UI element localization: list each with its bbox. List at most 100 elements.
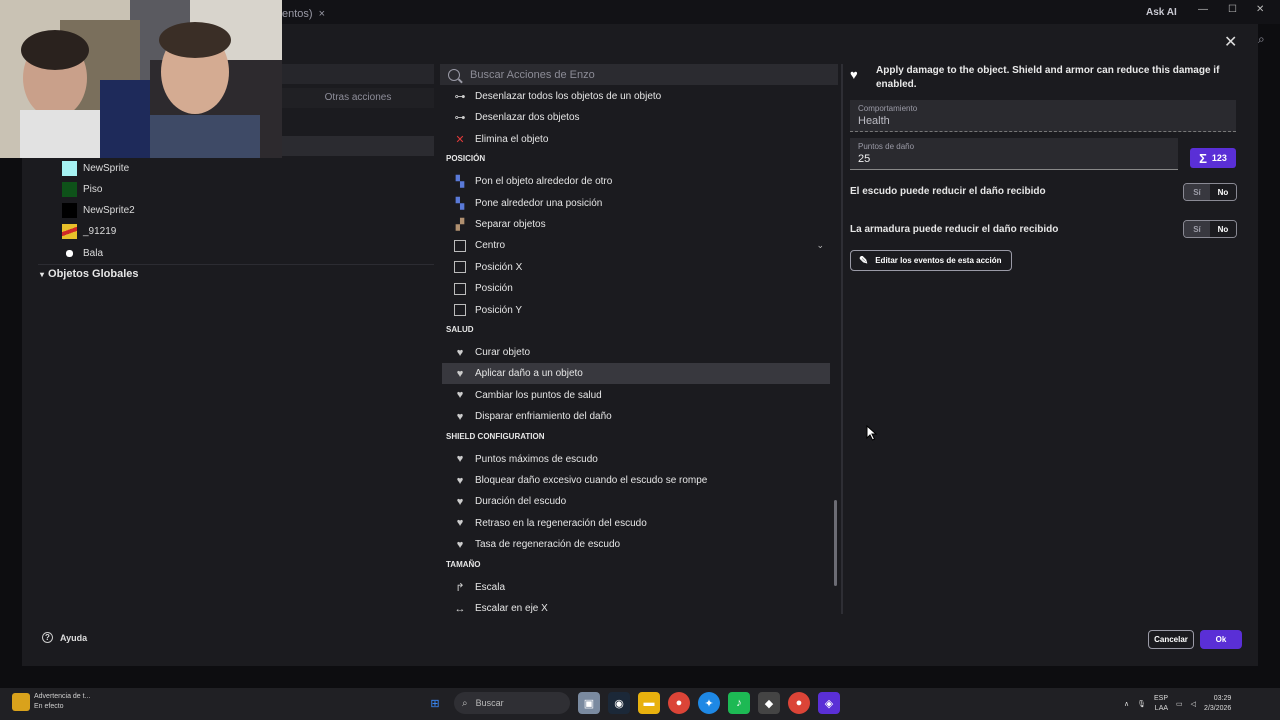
browser-icon[interactable]: ✦ xyxy=(698,692,720,714)
toggle-no[interactable]: No xyxy=(1210,184,1236,200)
action-item[interactable]: Posición xyxy=(442,278,830,299)
minimize-icon[interactable]: — xyxy=(1198,4,1208,15)
windows-start-icon[interactable]: ⊞ xyxy=(424,692,446,714)
action-item[interactable]: ♥ Tasa de regeneración de escudo xyxy=(442,534,830,555)
object-item[interactable]: Piso xyxy=(62,179,102,199)
edit-events-button[interactable]: ✎ Editar los eventos de esta acción xyxy=(850,250,1012,271)
chevron-down-icon: ▾ xyxy=(40,270,45,279)
help-label: Ayuda xyxy=(60,632,88,643)
square-icon xyxy=(453,303,467,317)
action-label: Duración del escudo xyxy=(475,496,567,508)
action-label: Posición X xyxy=(475,261,523,273)
network-icon[interactable]: ▭ xyxy=(1176,700,1183,708)
action-item[interactable]: ✕ Elimina el objeto xyxy=(442,129,830,150)
taskbar-search[interactable]: ⌕ Buscar xyxy=(454,692,570,714)
chevron-down-icon[interactable]: ⌄ xyxy=(816,240,824,251)
action-item[interactable]: Posición Y xyxy=(442,300,830,321)
steam-icon[interactable]: ◉ xyxy=(608,692,630,714)
behavior-field[interactable]: Comportamiento Health xyxy=(850,100,1236,132)
object-label: _91219 xyxy=(83,225,117,237)
object-item[interactable]: NewSprite xyxy=(62,158,129,178)
actions-list[interactable]: ⊶ Desenlazar todos los objetos de un obje… xyxy=(440,86,832,614)
action-item[interactable]: ♥ Bloquear daño excesivo cuando el escudo… xyxy=(442,470,830,491)
ask-ai-button[interactable]: Ask AI xyxy=(1146,7,1177,18)
action-search[interactable] xyxy=(440,64,838,85)
chrome-icon[interactable]: ● xyxy=(668,692,690,714)
app-icon[interactable]: ♪ xyxy=(728,692,750,714)
search-icon[interactable]: ⌕ xyxy=(1258,32,1265,47)
damage-points-field[interactable]: Puntos de daño 25 xyxy=(850,138,1178,170)
expression-editor-button[interactable]: Σ 123 xyxy=(1190,148,1236,168)
action-item[interactable]: Posición X xyxy=(442,257,830,278)
toggle-yes[interactable]: Sí xyxy=(1184,184,1210,200)
action-search-input[interactable] xyxy=(470,68,810,81)
global-objects-group[interactable]: ▾ Objetos Globales xyxy=(40,268,138,280)
chrome-icon[interactable]: ● xyxy=(788,692,810,714)
microphone-icon[interactable]: 🎙 xyxy=(1137,700,1146,708)
ok-button[interactable]: Ok xyxy=(1200,630,1242,649)
action-item[interactable]: ▚ Pone alrededor una posición xyxy=(442,193,830,214)
object-label: Piso xyxy=(83,183,103,195)
action-item[interactable]: ♥ Cambiar los puntos de salud xyxy=(442,385,830,406)
app-icon[interactable]: ◆ xyxy=(758,692,780,714)
search-icon: ⌕ xyxy=(462,697,468,709)
left-section-bar xyxy=(282,136,434,156)
object-item[interactable]: NewSprite2 xyxy=(62,200,135,220)
heart-icon: ♥ xyxy=(456,410,464,423)
file-explorer-icon[interactable]: ▬ xyxy=(638,692,660,714)
action-item[interactable]: ⊶ Desenlazar dos objetos xyxy=(442,107,830,128)
scrollbar-thumb[interactable] xyxy=(834,500,837,586)
mouse-cursor-icon xyxy=(866,424,878,446)
close-dialog-icon[interactable]: ✕ xyxy=(1224,32,1237,52)
maximize-icon[interactable]: ☐ xyxy=(1228,4,1237,15)
taskbar-apps: ⊞ ⌕ Buscar ▣ ◉ ▬ ● ✦ ♪ ◆ ● ◈ xyxy=(424,692,840,714)
action-item[interactable]: ♥ Disparar enfriamiento del daño xyxy=(442,406,830,427)
action-item[interactable]: ♥ Duración del escudo xyxy=(442,491,830,512)
action-item[interactable]: ▞ Separar objetos xyxy=(442,214,830,235)
taskbar-search-label: Buscar xyxy=(475,698,504,708)
action-item[interactable]: ↔ Escalar en eje X xyxy=(442,598,830,615)
editor-tab[interactable]: entos) × xyxy=(282,8,325,20)
task-view-icon[interactable]: ▣ xyxy=(578,692,600,714)
action-item[interactable]: ♥ Curar objeto xyxy=(442,342,830,363)
armor-reduce-toggle[interactable]: Sí No xyxy=(1183,220,1237,238)
action-item[interactable]: Centro ⌄ xyxy=(442,235,830,256)
action-item[interactable]: ▚ Pon el objeto alrededor de otro xyxy=(442,171,830,192)
close-window-icon[interactable]: ✕ xyxy=(1256,4,1264,15)
tab-label: entos) xyxy=(282,8,313,20)
chevron-up-icon[interactable]: ∧ xyxy=(1124,700,1129,708)
help-button[interactable]: ? Ayuda xyxy=(42,632,87,643)
tab-close-icon[interactable]: × xyxy=(319,8,325,20)
gdevelop-icon[interactable]: ◈ xyxy=(818,692,840,714)
tab-other-actions[interactable]: Otras acciones xyxy=(282,88,434,108)
square-icon xyxy=(453,239,467,253)
lang-layout: LAA xyxy=(1154,705,1169,712)
lang-code: ESP xyxy=(1154,695,1169,702)
object-thumbnail xyxy=(62,246,77,261)
action-item[interactable]: ⊶ Desenlazar todos los objetos de un obje… xyxy=(442,86,830,107)
object-label: NewSprite xyxy=(83,162,130,174)
notification-area[interactable]: Advertencia de t... En efecto xyxy=(12,692,90,712)
shield-reduce-label: El escudo puede reducir el daño recibido xyxy=(850,186,1046,197)
language-indicator[interactable]: ESP LAA xyxy=(1154,694,1168,714)
action-item[interactable]: ♥ Aplicar daño a un objeto xyxy=(442,363,830,385)
action-label: Curar objeto xyxy=(475,347,531,358)
damage-points-value[interactable]: 25 xyxy=(858,153,870,165)
speaker-icon[interactable]: ◁ xyxy=(1191,700,1196,708)
behavior-value: Health xyxy=(858,115,890,127)
heart-icon: ♥ xyxy=(456,346,464,359)
object-item[interactable]: Bala xyxy=(62,243,103,263)
object-item[interactable]: _91219 xyxy=(62,221,116,241)
action-item[interactable]: ♥ Puntos máximos de escudo xyxy=(442,449,830,470)
clock[interactable]: 03:29 2/3/2026 xyxy=(1204,694,1231,714)
cancel-button[interactable]: Cancelar xyxy=(1148,630,1194,649)
toggle-no[interactable]: No xyxy=(1210,221,1236,237)
shield-reduce-toggle[interactable]: Sí No xyxy=(1183,183,1237,201)
action-item[interactable]: ↱ Escala xyxy=(442,577,830,598)
action-item[interactable]: ♥ Retraso en la regeneración del escudo xyxy=(442,513,830,534)
heart-icon: ♥ xyxy=(456,538,464,551)
toggle-yes[interactable]: Sí xyxy=(1184,221,1210,237)
behavior-label: Comportamiento xyxy=(858,104,918,113)
edit-events-label: Editar los eventos de esta acción xyxy=(875,256,1002,265)
system-tray: ∧ 🎙 ESP LAA ▭ ◁ 03:29 2/3/2026 xyxy=(1124,694,1231,714)
